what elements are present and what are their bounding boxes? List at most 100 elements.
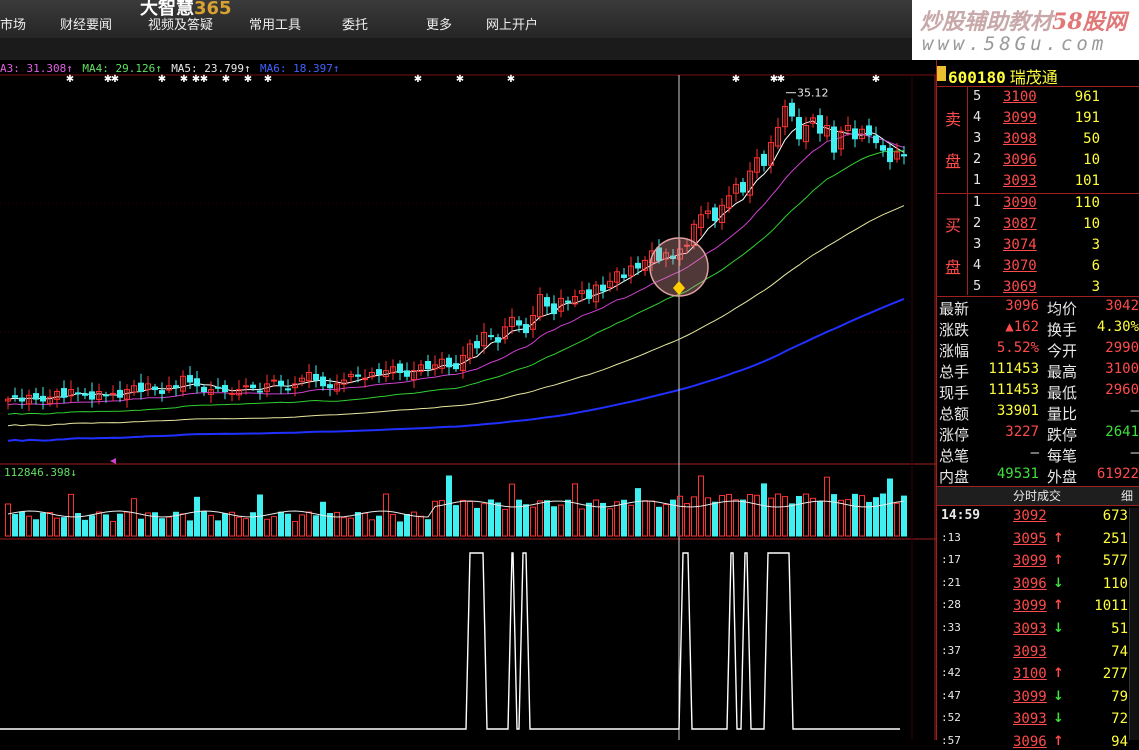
buy-label-1: 买 [945, 216, 962, 235]
volume-bar [61, 517, 67, 537]
nav-video-qa[interactable]: 视频及答疑 [148, 14, 213, 33]
tick-price[interactable]: 3093 [1013, 644, 1047, 660]
tick-price[interactable]: 3096 [1013, 734, 1047, 750]
candle-body [635, 262, 641, 269]
tick-price[interactable]: 3093 [1013, 711, 1047, 727]
tick-volume: 72 [1111, 711, 1128, 728]
ask-4-price[interactable]: 3099 [1003, 110, 1037, 126]
signal-star-icon: ✱ [200, 74, 208, 85]
bid-3-price[interactable]: 3074 [1003, 237, 1037, 253]
bid-1-price[interactable]: 3090 [1003, 195, 1037, 211]
tick-price[interactable]: 3092 [1013, 508, 1047, 524]
ask-4-level: 4 [973, 110, 982, 125]
ask-4-volume: 191 [1074, 110, 1100, 126]
volume-bar [831, 494, 837, 537]
stat-value-2: — [1130, 445, 1139, 461]
volume-bar [880, 493, 886, 537]
tick-price[interactable]: 3100 [1013, 666, 1047, 682]
stat-label-2: 量比 [1047, 405, 1078, 423]
nav-finance-news[interactable]: 财经要闻 [60, 14, 112, 33]
tick-volume: 251 [1102, 530, 1128, 547]
tick-volume: 74 [1111, 643, 1128, 660]
ask-2-price[interactable]: 3096 [1003, 152, 1037, 168]
volume-bar [621, 499, 627, 537]
signal-star-icon: ✱ [264, 74, 272, 85]
ask-2-volume: 10 [1083, 152, 1100, 168]
tick-price[interactable]: 3093 [1013, 621, 1047, 637]
tick-time: :28 [941, 598, 961, 612]
candle-body [796, 117, 802, 140]
candle-body [404, 370, 410, 377]
volume-bar [761, 483, 767, 537]
sell-label-1: 卖 [945, 110, 962, 129]
tick-volume: 577 [1102, 553, 1128, 570]
nav-trade[interactable]: 委托 [342, 14, 368, 33]
ask-1-price[interactable]: 3093 [1003, 173, 1037, 189]
bid-4-price[interactable]: 3070 [1003, 258, 1037, 274]
arrow-down-icon: ↓ [1053, 621, 1064, 636]
stat-value-2: 61922 [1096, 466, 1139, 482]
ticks-scrollbar[interactable] [1129, 508, 1139, 740]
candle-body [474, 341, 480, 349]
ask-3-price[interactable]: 3098 [1003, 131, 1037, 147]
candle-body [887, 147, 893, 163]
tick-volume: 1011 [1094, 598, 1128, 615]
arrow-down-icon: ↓ [1053, 711, 1064, 727]
tick-price[interactable]: 3095 [1013, 531, 1047, 547]
stat-value: ▲162 [1005, 319, 1039, 335]
stat-label-2: 最低 [1047, 384, 1078, 402]
candle-body [243, 385, 249, 388]
stat-label-2: 换手 [1047, 321, 1078, 339]
candle-body [12, 395, 18, 398]
stat-value: 3096 [1005, 298, 1039, 314]
candle-body [789, 102, 795, 117]
bid-1-volume: 110 [1074, 195, 1100, 211]
ask-3-volume: 50 [1083, 131, 1100, 147]
tick-volume: 110 [1102, 575, 1128, 592]
tick-price[interactable]: 3099 [1013, 553, 1047, 569]
stat-label: 总手 [939, 363, 970, 381]
bid-5-price[interactable]: 3069 [1003, 279, 1037, 295]
nav-more[interactable]: 更多 [426, 14, 452, 33]
stock-name: 瑞茂通 [1009, 68, 1058, 87]
volume-bar [278, 511, 284, 537]
volume-bar [488, 499, 494, 537]
stat-value-2: 4.30% [1096, 319, 1139, 335]
volume-bar [789, 503, 795, 537]
stat-label: 涨跌 [939, 321, 970, 339]
bid-2-price[interactable]: 3087 [1003, 216, 1037, 232]
signal-star-icon: ✱ [732, 74, 740, 85]
candle-body [82, 393, 88, 396]
volume-bar [600, 502, 606, 537]
tick-price[interactable]: 3096 [1013, 576, 1047, 592]
stat-label: 现手 [939, 384, 970, 402]
volume-bar [89, 515, 95, 537]
stat-label-2: 今开 [1047, 342, 1078, 360]
stat-value: 3227 [1005, 424, 1039, 440]
nav-open-account[interactable]: 网上开户 [486, 14, 538, 33]
candle-body [215, 386, 221, 389]
candle-body [229, 392, 235, 395]
stat-label: 内盘 [939, 468, 970, 486]
ask-5-price[interactable]: 3100 [1003, 89, 1037, 105]
candle-body [453, 363, 459, 370]
tick-price[interactable]: 3099 [1013, 598, 1047, 614]
stat-label: 涨幅 [939, 342, 970, 360]
volume-bar [40, 512, 46, 537]
ticks-detail-button[interactable]: 细 [1121, 487, 1133, 504]
candle-body [551, 303, 557, 315]
kline-chart[interactable]: A3: 31.308↑ MA4: 29.126↑ MA5: 23.799↑ MA6: … [0, 60, 936, 740]
nav-market[interactable]: 市场 [0, 14, 26, 33]
volume-bar [376, 515, 382, 537]
candle-body [194, 378, 200, 387]
candle-body [117, 389, 123, 398]
tick-time: :17 [941, 553, 961, 567]
signal-star-icon: ✱ [414, 74, 422, 85]
nav-tools[interactable]: 常用工具 [249, 14, 301, 33]
tick-price[interactable]: 3099 [1013, 689, 1047, 705]
volume-bar [285, 513, 291, 537]
ticks-title[interactable]: 分时成交 [1013, 487, 1061, 504]
stat-label-2: 外盘 [1047, 468, 1078, 486]
candle-body [901, 154, 907, 157]
volume-bar [453, 505, 459, 537]
